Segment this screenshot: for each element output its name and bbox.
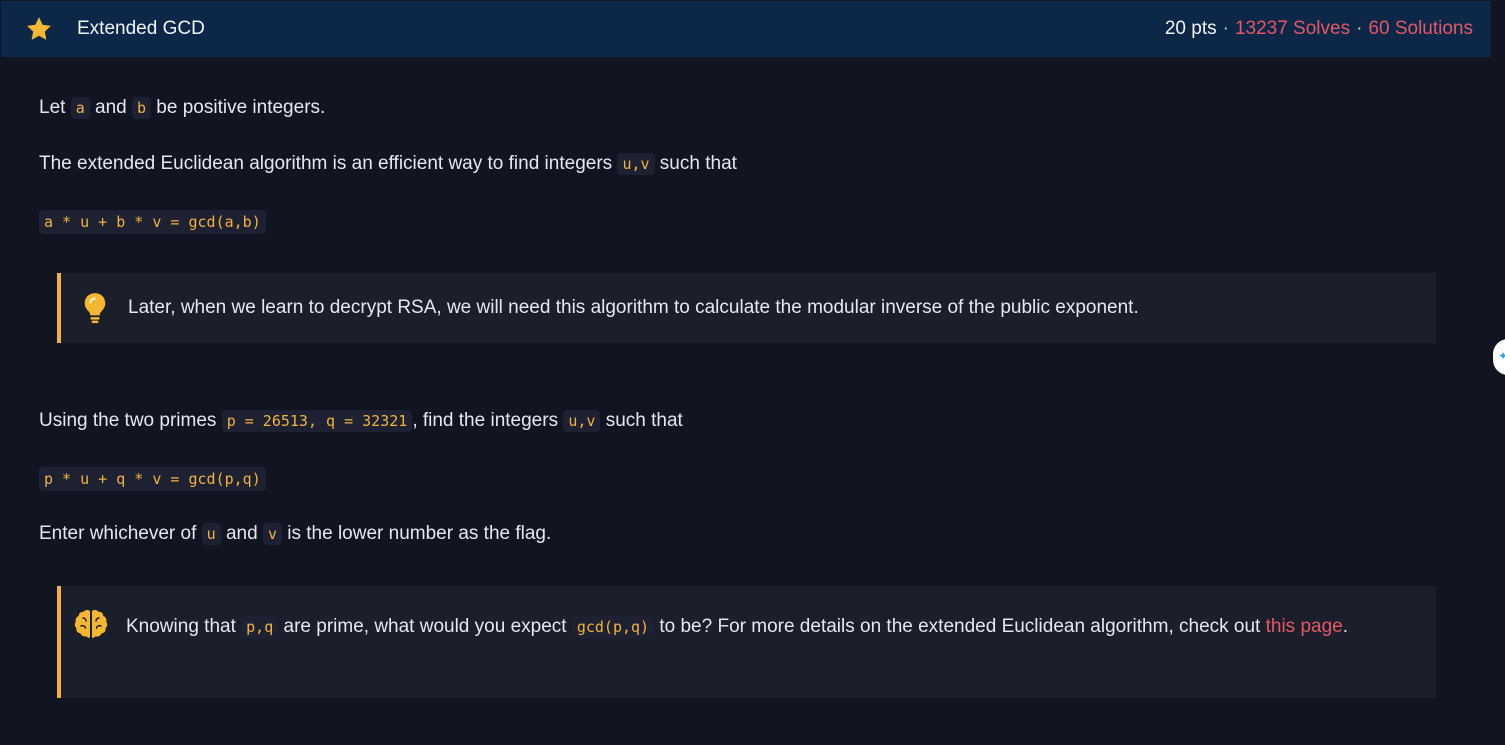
paragraph-primes: Using the two primes p = 26513, q = 3232… xyxy=(39,407,683,435)
this-page-link[interactable]: this page xyxy=(1266,616,1343,637)
challenge-title: Extended GCD xyxy=(77,18,205,39)
text: Knowing that xyxy=(126,616,242,637)
inline-code: p,q xyxy=(241,616,279,638)
plus-icon: ✦ xyxy=(1498,349,1505,363)
inline-code: b xyxy=(132,97,152,119)
equation-code: a * u + b * v = gcd(a,b) xyxy=(39,210,266,234)
inline-code: v xyxy=(262,523,282,545)
inline-code: u,v xyxy=(563,410,601,432)
paragraph-intro: Let a and b be positive integers. xyxy=(39,94,325,122)
text: The extended Euclidean algorithm is an e… xyxy=(39,153,618,174)
text: be positive integers. xyxy=(151,97,326,118)
text: and xyxy=(89,97,132,118)
inline-code: gcd(p,q) xyxy=(571,616,655,638)
solutions-link[interactable]: 60 Solutions xyxy=(1368,18,1473,40)
inline-code: a xyxy=(70,97,90,119)
paragraph-flag: Enter whichever of u and v is the lower … xyxy=(39,520,551,548)
text: Enter whichever of xyxy=(39,523,202,544)
text: are prime, what would you expect xyxy=(278,616,572,637)
inline-code: u xyxy=(201,523,221,545)
text: Let xyxy=(39,97,71,118)
separator: · xyxy=(1356,18,1363,39)
equation-code: p * u + q * v = gcd(p,q) xyxy=(39,467,266,491)
challenge-header[interactable]: Extended GCD 20 pts · 13237 Solves · 60 … xyxy=(1,1,1491,57)
brain-icon xyxy=(74,610,108,638)
text: . xyxy=(1342,616,1349,637)
challenge-meta: 20 pts · 13237 Solves · 60 Solutions xyxy=(1165,18,1473,40)
callout-hint: Knowing that p,q are prime, what would y… xyxy=(57,586,1436,698)
lightbulb-icon xyxy=(84,293,106,324)
solves-link[interactable]: 13237 Solves xyxy=(1235,18,1350,40)
text: is the lower number as the flag. xyxy=(281,523,552,544)
text: and xyxy=(220,523,263,544)
callout-text: Later, when we learn to decrypt RSA, we … xyxy=(128,297,1139,318)
challenge-page: Extended GCD 20 pts · 13237 Solves · 60 … xyxy=(0,0,1505,745)
paragraph-algorithm: The extended Euclidean algorithm is an e… xyxy=(39,150,737,178)
callout-note: Later, when we learn to decrypt RSA, we … xyxy=(57,273,1436,343)
text: , find the integers xyxy=(412,410,564,431)
text: such that xyxy=(654,153,737,174)
text: such that xyxy=(600,410,683,431)
star-icon[interactable] xyxy=(25,15,53,43)
text: Using the two primes xyxy=(39,410,222,431)
points-label: 20 pts xyxy=(1164,18,1217,39)
inline-code: p = 26513, q = 32321 xyxy=(221,410,413,432)
text: to be? For more details on the extended … xyxy=(654,616,1266,637)
inline-code: u,v xyxy=(617,153,655,175)
separator: · xyxy=(1222,18,1229,39)
